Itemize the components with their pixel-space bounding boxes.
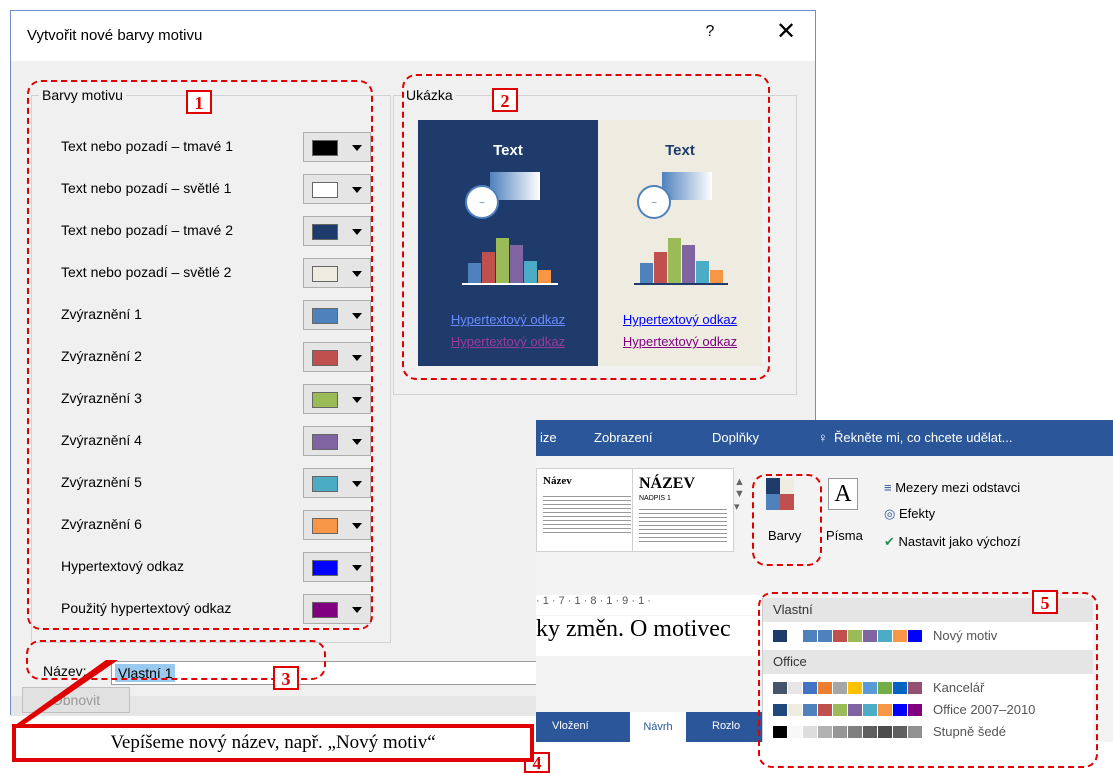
annotation-pointer [14, 660, 118, 726]
annotation-pointer-line [14, 660, 118, 726]
annotation-callout: Vepíšeme nový název, např. „Nový motiv“ [12, 724, 534, 762]
